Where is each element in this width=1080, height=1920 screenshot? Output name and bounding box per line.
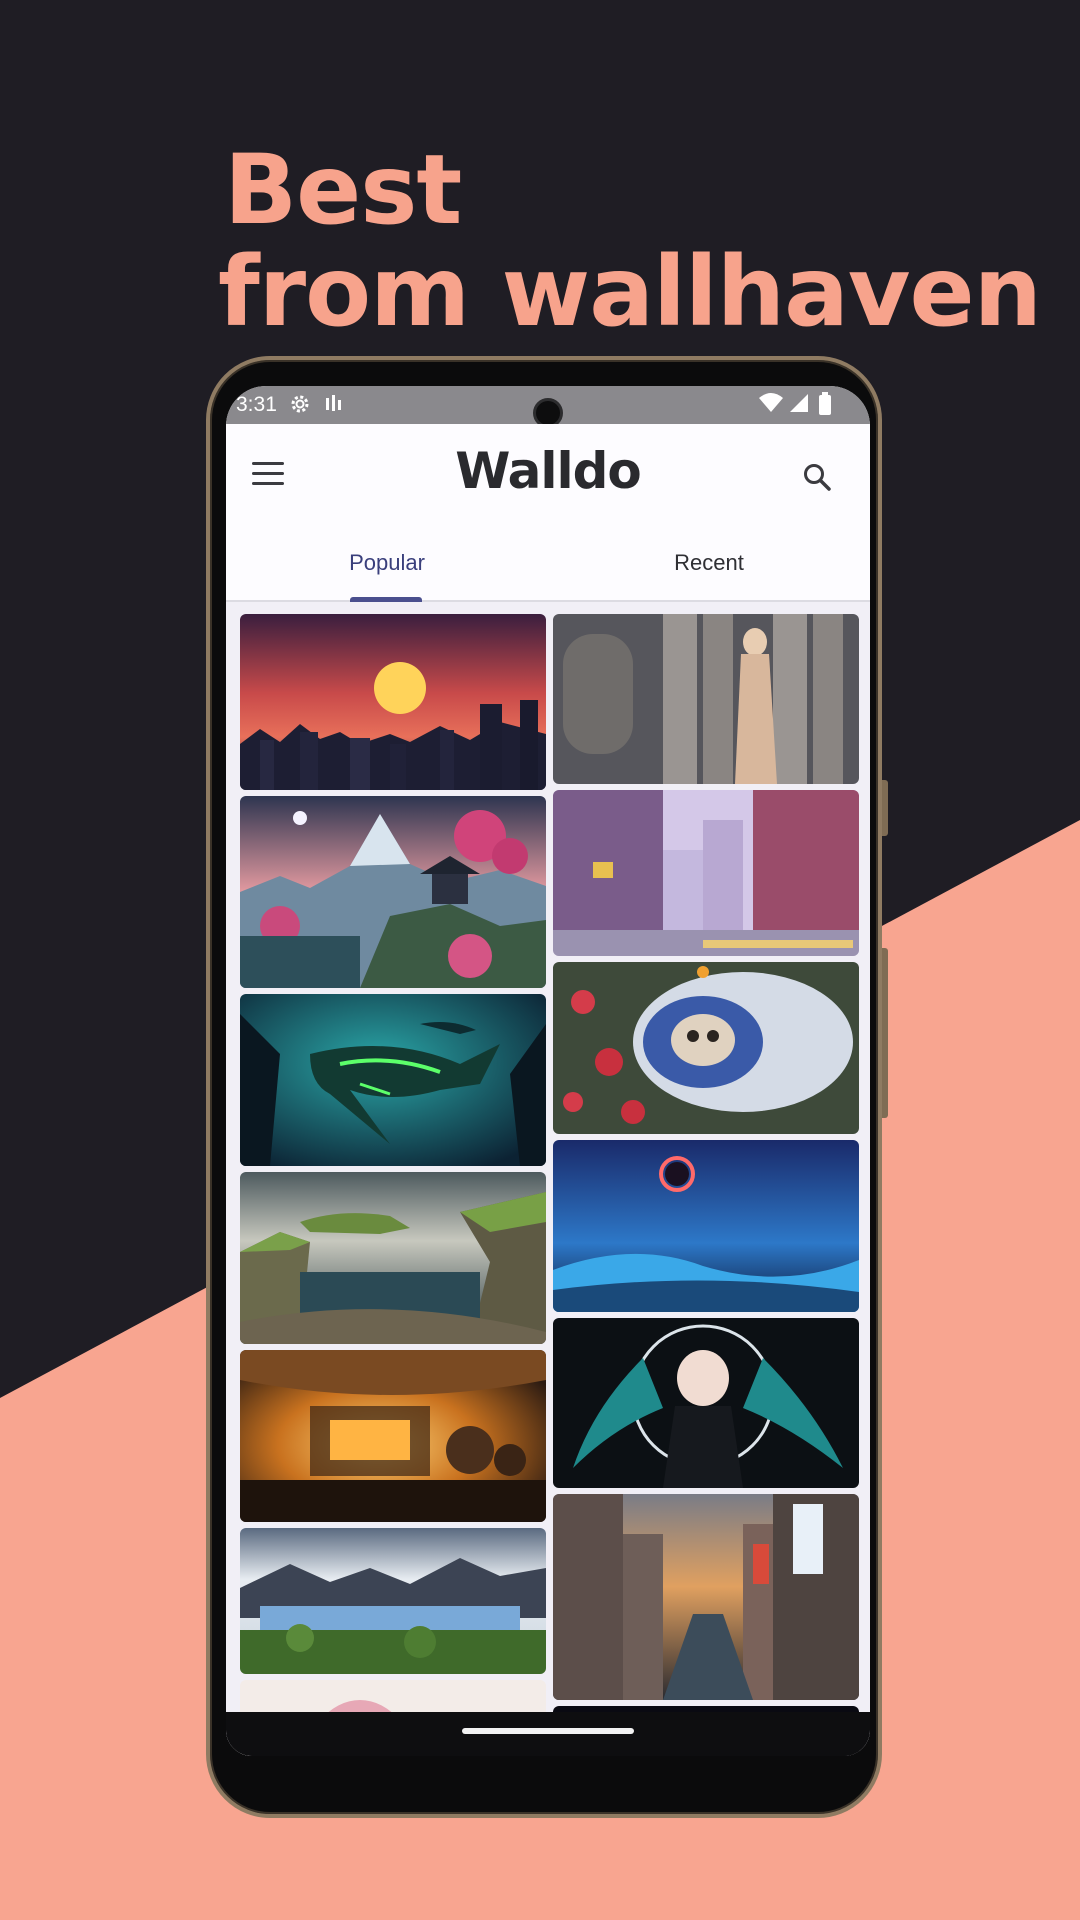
headline-line-2: from wallhaven — [218, 236, 1042, 348]
tab-bar: Popular Recent — [226, 530, 870, 602]
app-bar: Walldo — [226, 424, 870, 530]
wallpaper-tile[interactable] — [240, 1350, 546, 1522]
search-icon[interactable] — [802, 462, 832, 492]
tab-popular[interactable]: Popular — [226, 530, 548, 600]
status-time: 3:31 — [236, 393, 277, 416]
wallpaper-tile[interactable] — [553, 1318, 859, 1488]
wallpaper-tile[interactable] — [240, 1528, 546, 1674]
tab-recent[interactable]: Recent — [548, 530, 870, 600]
sound-bars-icon — [324, 392, 346, 422]
wallpaper-tile[interactable] — [553, 1494, 859, 1700]
wallpaper-tile[interactable] — [553, 962, 859, 1134]
wallpaper-tile[interactable] — [240, 994, 546, 1166]
promo-headline: Best from wallhaven — [218, 134, 1042, 348]
tab-popular-label: Popular — [349, 550, 425, 575]
wallpaper-tile[interactable] — [240, 1172, 546, 1344]
wallpaper-grid[interactable] — [226, 602, 870, 1756]
wifi-icon — [758, 392, 784, 420]
headline-line-1: Best — [224, 134, 462, 246]
tab-recent-label: Recent — [674, 550, 744, 575]
cell-signal-icon — [788, 392, 810, 420]
wallpaper-tile[interactable] — [553, 614, 859, 784]
app-title: Walldo — [455, 442, 642, 500]
home-gesture-pill[interactable] — [462, 1728, 634, 1734]
wallpaper-tile[interactable] — [240, 614, 546, 790]
wallpaper-column-left — [240, 614, 546, 1756]
battery-icon — [818, 392, 832, 422]
wallpaper-tile[interactable] — [553, 1140, 859, 1312]
wallpaper-tile[interactable] — [240, 796, 546, 988]
phone-screen: 3:31 Walldo Popular Recent — [226, 386, 870, 1756]
gesture-nav-bar — [226, 1712, 870, 1756]
phone-frame: 3:31 Walldo Popular Recent — [206, 356, 882, 1818]
wallpaper-column-right — [553, 614, 859, 1756]
wallpaper-tile[interactable] — [553, 790, 859, 956]
settings-gear-icon — [288, 392, 312, 422]
status-bar: 3:31 — [226, 386, 870, 428]
